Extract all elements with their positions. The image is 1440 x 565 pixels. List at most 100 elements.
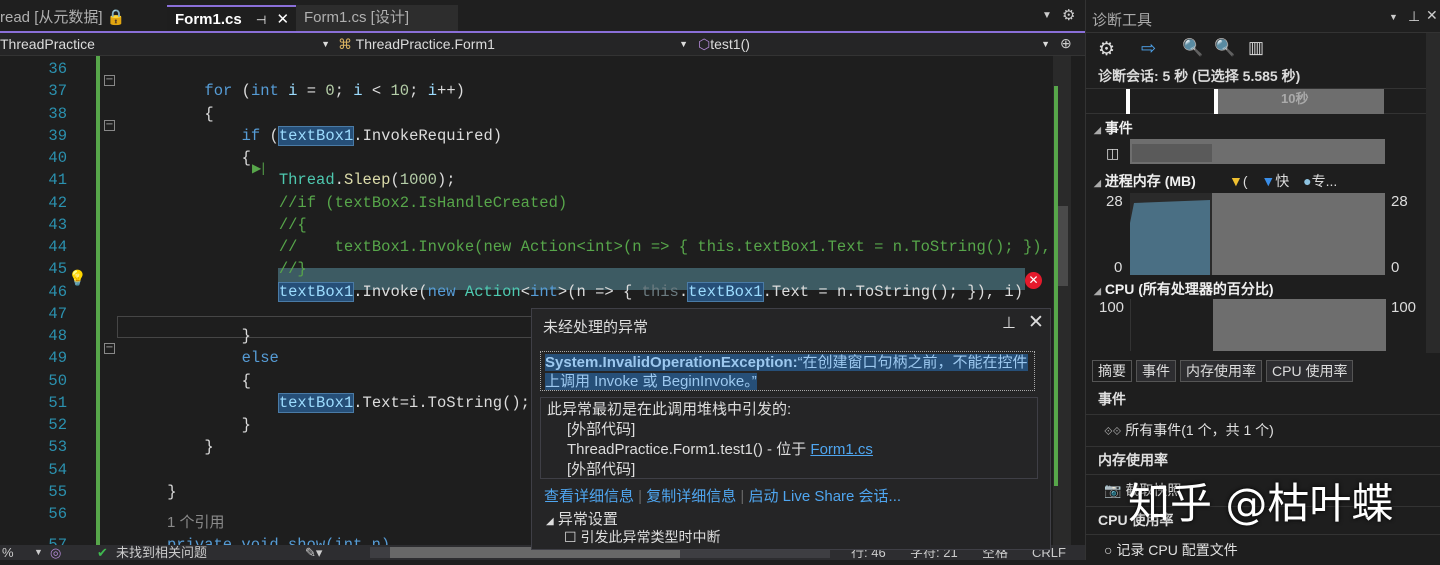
export-icon[interactable]: ⇨ (1141, 38, 1156, 59)
tab-events[interactable]: 事件 (1136, 360, 1176, 382)
watermark: 知乎 @枯叶蝶 (1128, 479, 1394, 528)
code-token: ; (409, 82, 428, 101)
summary-events-header: 事件 (1086, 385, 1440, 415)
project-label: ThreadPractice (0, 36, 95, 52)
code-line: { (130, 147, 251, 169)
code-token: i (278, 82, 298, 101)
tab-cpu-usage[interactable]: CPU 使用率 (1266, 360, 1354, 382)
vertical-scrollbar[interactable] (1053, 56, 1071, 545)
copilot-icon[interactable]: ◎ (50, 545, 61, 560)
line-number: 54 (48, 460, 67, 479)
change-indicator-bar (96, 56, 100, 545)
private-bytes-icon: ● (1303, 173, 1312, 189)
stack-frame: [外部代码] (567, 421, 636, 438)
project-dropdown[interactable]: ThreadPractice ▼ (0, 33, 330, 55)
code-token: Sleep (343, 171, 391, 190)
pin-icon[interactable]: ⊣ (256, 13, 266, 27)
form1-cs-link[interactable]: Form1.cs (810, 441, 873, 458)
code-token: } (130, 482, 177, 501)
panel-title: 诊断工具 (1092, 12, 1153, 29)
legend-label: 快 (1275, 173, 1290, 189)
memory-section-header[interactable]: ◢ 进程内存 (MB) (1094, 171, 1196, 191)
gear-icon[interactable]: ⚙ (1062, 6, 1075, 24)
cpu-axis-max: 100 (1099, 299, 1125, 316)
camera-icon: 📷 (1104, 482, 1122, 498)
code-token: ( (232, 82, 251, 101)
collapse-icon[interactable]: − (104, 343, 115, 354)
close-icon[interactable]: ✕ (1028, 311, 1044, 334)
zoom-out-icon[interactable]: 🔍 (1214, 38, 1235, 58)
cpu-section-header[interactable]: ◢ CPU (所有处理器的百分比) (1094, 279, 1274, 299)
call-stack-box: 此异常最初是在此调用堆栈中引发的: [外部代码] ThreadPractice.… (540, 397, 1038, 479)
action-links: 查看详细信息 | 复制详细信息 | 启动 Live Share 会话... (544, 488, 902, 505)
code-token: .Text=i.ToString(); (353, 393, 530, 412)
chevron-down-icon[interactable]: ▼ (1389, 12, 1398, 22)
code-token: else (241, 349, 279, 368)
tab-list-dropdown-icon[interactable]: ▼ (1042, 10, 1052, 21)
tab-summary[interactable]: 摘要 (1092, 360, 1132, 382)
section-label: CPU (所有处理器的百分比) (1104, 281, 1274, 297)
run-to-click-icon[interactable]: ▶| (252, 161, 265, 175)
gear-icon[interactable]: ⚙ (1098, 38, 1115, 61)
pin-icon[interactable]: ⊥ (1408, 8, 1420, 25)
record-cpu-profile-button[interactable]: ○ 记录 CPU 配置文件 (1086, 535, 1440, 560)
code-line: textBox1.Text=i.ToString(); (130, 392, 530, 414)
line-number: 39 (48, 126, 67, 145)
memory-legend: ▼( ▼快 ●专... (1229, 171, 1337, 191)
line-number: 41 (48, 171, 67, 190)
code-token: { (130, 149, 251, 167)
class-icon: ⌘ (338, 36, 352, 52)
chart-icon[interactable]: ▥ (1248, 38, 1264, 58)
line-number: 42 (48, 193, 67, 212)
change-map (1054, 86, 1058, 486)
code-token: 10 (390, 82, 410, 101)
tab-form1-cs[interactable]: Form1.cs ⊣ ✕ (167, 5, 296, 31)
issues-status[interactable]: 未找到相关问题 (116, 545, 207, 560)
code-token: //if (textBox2.IsHandleCreated) (130, 193, 568, 212)
exception-settings-toggle[interactable]: ◢ 异常设置 (546, 508, 618, 529)
memory-axis-max: 28 (1106, 193, 1123, 210)
all-events-item[interactable]: ⟐⟐ 所有事件(1 个，共 1 个) (1086, 415, 1440, 447)
selection-start-handle[interactable] (1126, 89, 1130, 114)
code-line: // textBox1.Invoke(new Action<int>(n => … (130, 236, 1051, 258)
collapse-icon[interactable]: − (104, 75, 115, 86)
chevron-down-icon[interactable]: ▼ (34, 545, 43, 560)
events-track[interactable] (1130, 139, 1385, 164)
view-details-link[interactable]: 查看详细信息 (544, 488, 634, 505)
codelens-references[interactable]: 1 个引用 (167, 512, 225, 534)
stack-frame: [外部代码] (567, 461, 636, 478)
pin-icon[interactable]: ⊥ (1002, 313, 1016, 333)
close-icon[interactable]: ✕ (1426, 7, 1438, 24)
live-share-link[interactable]: 启动 Live Share 会话... (749, 488, 902, 505)
line-number: 53 (48, 438, 67, 457)
brush-icon[interactable]: ✎▾ (305, 545, 322, 560)
class-dropdown[interactable]: ⌘ ThreadPractice.Form1 ▼ (338, 33, 688, 55)
break-checkbox[interactable]: ☐ 引发此异常类型时中断 (564, 528, 720, 547)
copy-details-link[interactable]: 复制详细信息 (646, 488, 736, 505)
section-label: 进程内存 (MB) (1104, 173, 1196, 189)
stack-header: 此异常最初是在此调用堆栈中引发的: (547, 401, 792, 418)
cpu-chart[interactable] (1130, 299, 1386, 351)
split-icon[interactable]: ⊕ (1060, 35, 1072, 52)
memory-chart[interactable] (1130, 193, 1385, 275)
member-dropdown[interactable]: ⬡test1() ▼ (698, 33, 1050, 55)
exception-message[interactable]: System.InvalidOperationException:“在创建窗口句… (540, 351, 1035, 391)
tab-metadata[interactable]: read [从元数据] 🔒 (0, 5, 133, 31)
pause-icon: ◫ (1106, 145, 1120, 161)
events-section-header[interactable]: ◢ 事件 (1094, 118, 1133, 138)
lightbulb-icon[interactable]: 💡 (68, 269, 87, 287)
panel-scrollbar[interactable] (1426, 33, 1440, 353)
zoom-level[interactable]: % (2, 545, 14, 560)
zoom-in-icon[interactable]: 🔍 (1182, 38, 1203, 58)
collapse-icon[interactable]: − (104, 120, 115, 131)
tab-form1-designer[interactable]: Form1.cs [设计] (296, 5, 458, 31)
close-icon[interactable]: ✕ (277, 11, 290, 28)
error-icon[interactable]: ✕ (1025, 272, 1042, 289)
chart-unselected (1213, 299, 1386, 351)
snapshot-marker-icon: ▼ (1261, 173, 1276, 189)
timeline-ruler[interactable]: 10秒 (1086, 88, 1426, 114)
code-token: new (427, 282, 456, 301)
tab-memory-usage[interactable]: 内存使用率 (1180, 360, 1262, 382)
code-token: < (520, 282, 531, 301)
